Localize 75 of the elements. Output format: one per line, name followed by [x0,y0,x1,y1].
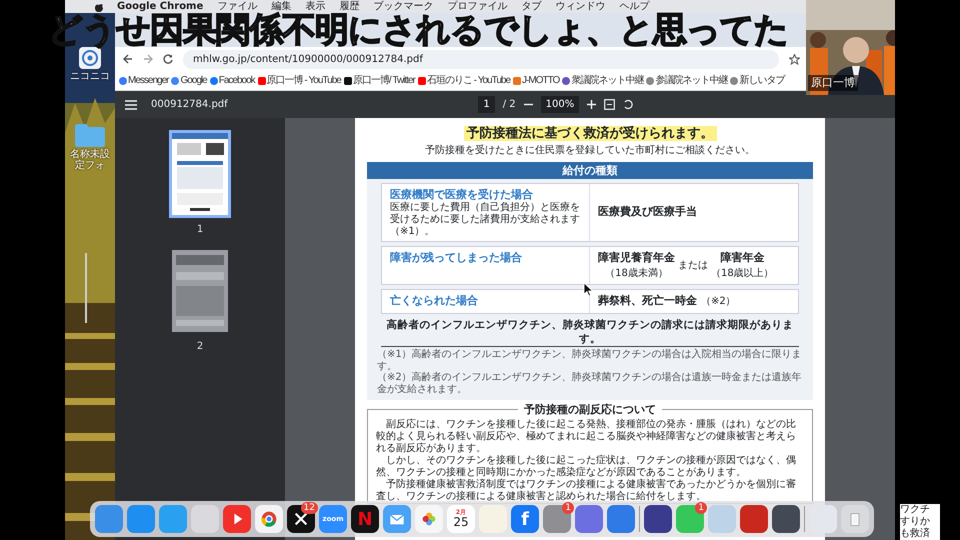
zoom-field[interactable]: 100% [540,96,580,113]
panel-header: 給付の種類 [367,162,813,179]
notification-count: 1 [695,502,707,514]
benefit-name: 葬祭料、死亡一時金 [598,293,697,310]
menu-item[interactable]: 表示 [305,2,326,12]
bookmark[interactable]: 石垣のりこ - YouTube [418,73,510,88]
page-total: / 2 [502,98,516,112]
x-logo-icon[interactable]: 12 [287,505,315,533]
benefit-name: 障害児養育年金 [598,250,675,266]
forward-icon[interactable] [143,54,153,64]
back-icon[interactable] [123,54,133,64]
notification-count: 1 [562,502,574,514]
age-note: （18歳以上） [711,266,774,282]
facebook-icon[interactable]: f [511,505,539,533]
bookmark[interactable]: Messenger [119,73,168,88]
play-icon[interactable] [223,505,251,533]
zoom-in-icon[interactable] [587,100,596,109]
chat-icon[interactable]: 1 [676,505,704,533]
icon-label[interactable]: ニコニコ [66,71,114,82]
menu-item[interactable]: 履歴 [339,2,360,12]
case-title: 亡くなられた場合 [390,293,479,309]
bookmark[interactable]: 原口一博/ Twitter [344,73,415,88]
intro-text: 予防接種を受けたときに住民票を登録していた市町村にご相談ください。 [424,144,756,157]
bookmark[interactable]: 参議院ネット中継 [646,73,728,88]
reload-icon[interactable] [163,54,173,64]
paragraph: 予防接種健康被害救済制度ではワクチンの接種による健康被害であったかどうかを個別に審査し、ワクチンの接種による健康被害と認められた場合に給付をします。 [376,478,797,503]
document-heading: 予防接種法に基づく救済が受けられます。 [464,126,716,141]
case-title: 医療機関で医療を受けた場合 [390,186,534,202]
footnote: （※2）高齢者のインフルエンザワクチン、肺炎球菌ワクチンの場合は遺族一時金または遺族年金が支給されます。 [377,372,803,396]
app-menu[interactable]: Google Chrome [117,2,204,12]
menu-item[interactable]: 編集 [271,2,292,12]
footnote: （※1）高齢者のインフルエンザワクチン、肺炎球菌ワクチンの場合は入院相当の場合に限ります。 [377,349,803,372]
benefit-name: 障害年金 [720,250,764,266]
bookmark[interactable]: Facebook [210,73,255,88]
menu-item[interactable]: プロファイル [447,2,508,12]
paragraph: しかし、そのワクチンを接種した後に起こった症状は、ワクチンの接種が原因ではなく、偶然、ワクチンの接種と同時期にかかった感染症などが原因であることがあります。 [376,454,797,478]
age-note: （18歳未満） [605,266,668,282]
case-detail: 医療に要した費用（自己負担分）と医療を受けるために要した諸費用が支給されます（※1）。 [390,202,581,238]
page-number: 2 [196,340,204,354]
menu-icon[interactable] [125,100,137,110]
file-name: 000912784.pdf [151,98,228,112]
participant-name: 原口一博 [808,74,858,91]
flower-icon[interactable] [415,505,443,533]
page-number-field[interactable]: 1 [478,96,495,113]
menu-item[interactable]: ヘルプ [619,2,650,12]
cut-off-text: ワクチ すりか も救済 [900,504,940,540]
window-thumbnail-icon[interactable] [809,505,837,533]
fit-page-icon[interactable] [604,99,616,110]
page-number: 1 [196,223,204,237]
menu-item[interactable]: ファイル [217,2,258,12]
bookmark[interactable]: Google [171,73,207,88]
address-field[interactable]: mhlw.go.jp/content/10900000/000912784.pdf [183,50,779,68]
footnote-ref: （※2） [701,295,736,310]
settings-icon[interactable]: 1 [543,505,571,533]
star-icon[interactable] [789,54,800,64]
paragraph: 副反応には、ワクチンを接種した後に起こる発熱、接種部位の発赤・腫脹（はれ）などの比較的よく見られる軽い副反応や、極めてまれに起こる脳炎や神経障害などの健康被害と考えられる副反応があります。 [376,418,797,454]
apple-icon [95,2,103,12]
benefit-name: 医療費及び医療手当 [598,204,697,220]
notification-count: 12 [300,502,318,514]
section-title: 予防接種の副反応について [518,403,662,416]
page-thumbnail[interactable]: 2 [169,247,231,354]
menu-item[interactable]: ウィンドウ [555,2,606,12]
case-title: 障害が残ってしまった場合 [390,250,523,266]
bookmark[interactable]: 原口一博 - YouTube [258,73,341,88]
menu-item[interactable]: タブ [521,2,542,12]
joiner-text: または [678,259,708,274]
bookmark[interactable]: J-MOTTO [513,73,560,88]
browser-icon[interactable] [255,505,283,533]
mail-icon[interactable] [383,505,411,533]
menu-item[interactable]: ブックマーク [373,2,434,12]
bookmark[interactable]: 新しいタブ [730,73,784,88]
streaming-app-icon[interactable]: N [351,505,379,533]
notice-text: 高齢者のインフルエンザワクチン、肺炎球菌ワクチンの請求には請求期限があります。 [381,318,799,348]
bookmark[interactable]: 衆議院ネット中継 [562,73,644,88]
rotate-icon[interactable] [623,99,634,110]
